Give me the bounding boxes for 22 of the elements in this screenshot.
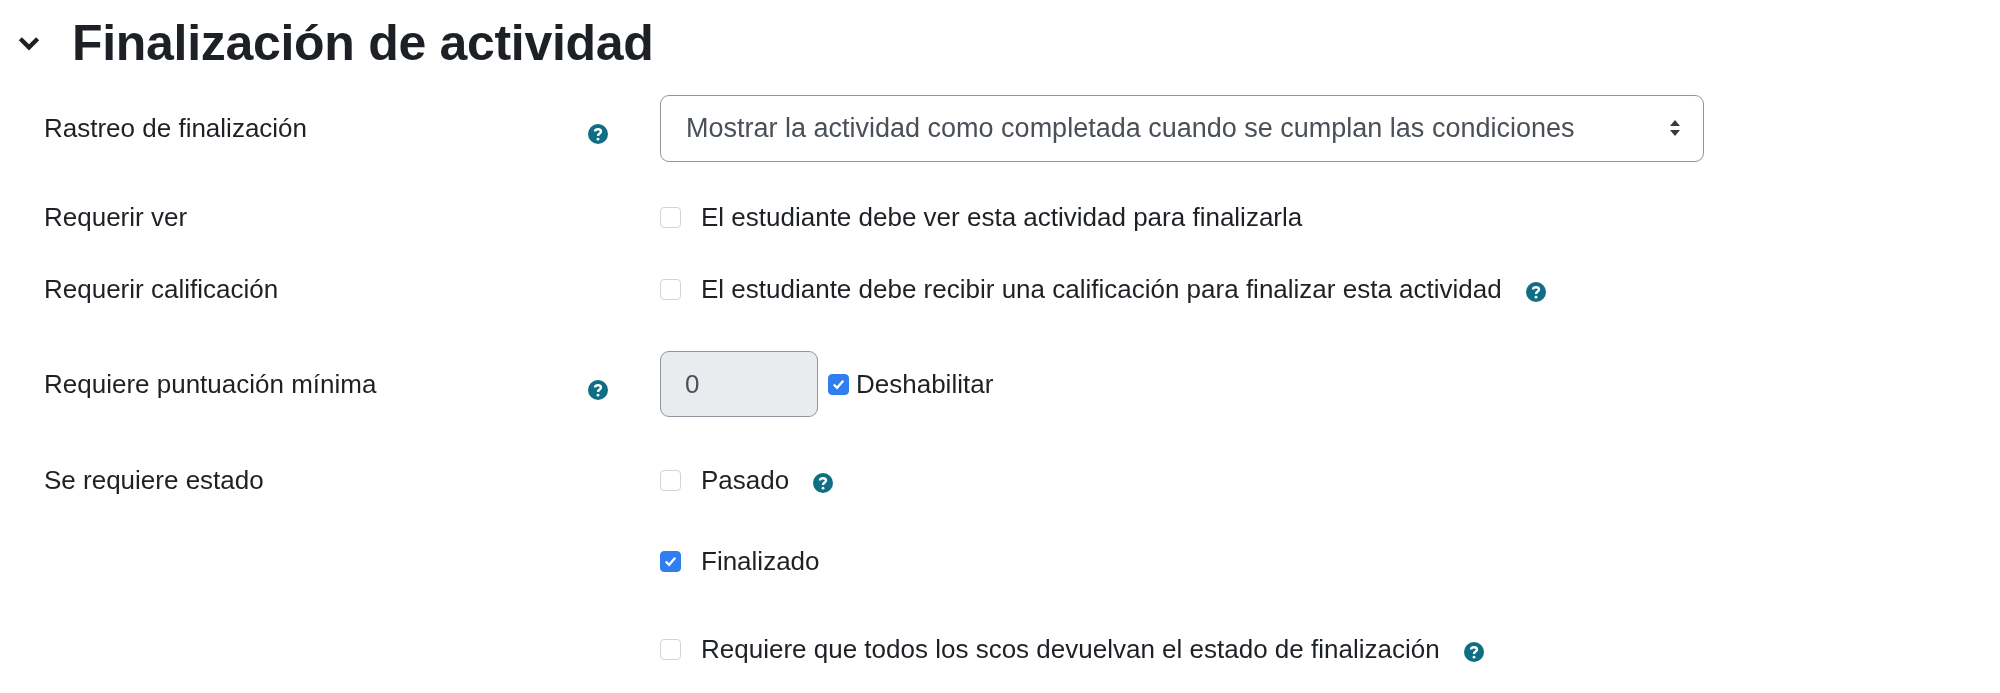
- help-icon[interactable]: [588, 380, 608, 400]
- field-label: Rastreo de finalización: [44, 113, 308, 143]
- help-icon[interactable]: [1525, 282, 1546, 302]
- checkbox-label: Deshabilitar: [856, 368, 994, 400]
- checkbox-label: Requiere que todos los scos devuelvan el estado de finalización: [701, 633, 1440, 665]
- checkbox[interactable]: [660, 550, 681, 572]
- score-input[interactable]: 0: [660, 351, 818, 417]
- checkbox-label: El estudiante debe ver esta actividad para finalizarla: [701, 201, 1303, 233]
- sort-arrows-icon: [1669, 119, 1681, 137]
- section-title: Finalización de actividad: [72, 14, 654, 72]
- field-label: Requerir calificación: [44, 274, 279, 304]
- field-label: Requiere puntuación mínima: [44, 369, 377, 399]
- checkbox-label: Finalizado: [701, 545, 820, 577]
- checkbox[interactable]: [828, 373, 849, 395]
- checkbox-label: Pasado: [701, 464, 790, 496]
- help-icon[interactable]: [1463, 642, 1484, 662]
- help-icon[interactable]: [813, 473, 834, 493]
- field-label: Se requiere estado: [44, 465, 264, 495]
- help-icon[interactable]: [588, 124, 608, 144]
- completion-select[interactable]: Mostrar la actividad como completada cuando se cumplan las condiciones: [660, 94, 1704, 162]
- field-label: Requerir ver: [44, 202, 188, 232]
- checkbox-label: El estudiante debe recibir una calificación para finalizar esta actividad: [701, 273, 1502, 305]
